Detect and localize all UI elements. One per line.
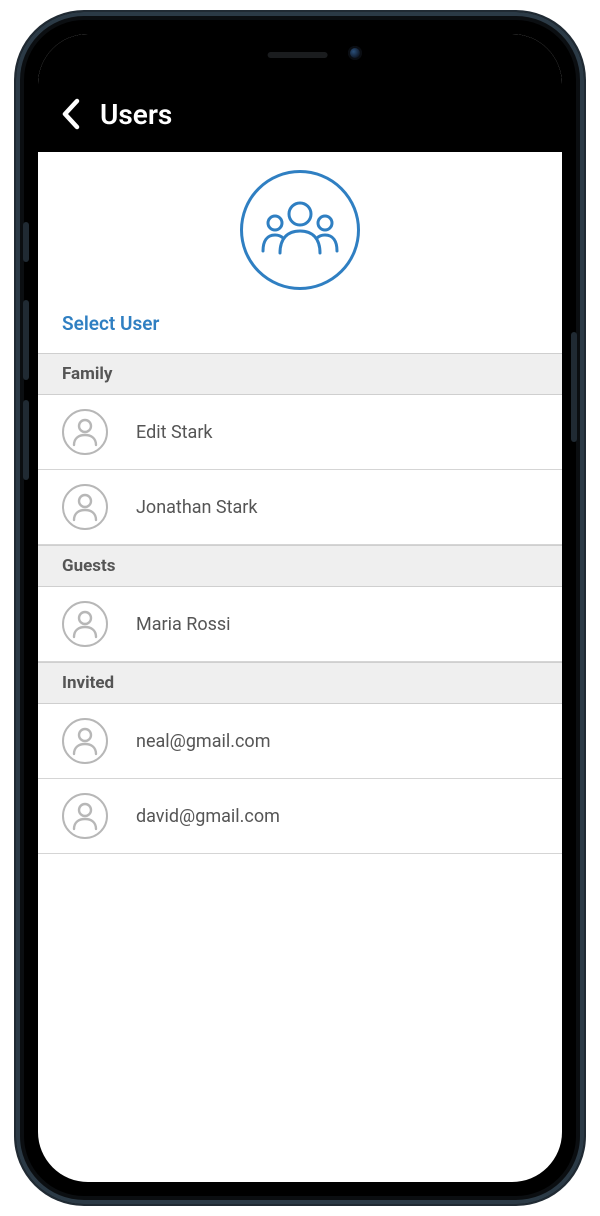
phone-side-button [23,400,29,480]
section-header-family: Family [38,353,562,395]
phone-side-button [23,222,29,262]
back-button[interactable] [60,97,82,131]
user-icon [62,718,108,764]
user-icon [62,409,108,455]
phone-side-button [23,300,29,380]
user-row[interactable]: Edit Stark [38,395,562,470]
user-name: Maria Rossi [136,614,231,635]
content: Select User Family Edit Stark Jonathan S… [38,152,562,854]
user-name: david@gmail.com [136,806,280,827]
users-group-icon [240,170,360,290]
chevron-left-icon [60,97,82,131]
user-name: Jonathan Stark [136,497,258,518]
user-row[interactable]: Maria Rossi [38,587,562,662]
user-icon [62,484,108,530]
user-row[interactable]: Jonathan Stark [38,470,562,545]
section-header-guests: Guests [38,545,562,587]
phone-notch [182,34,418,72]
page-title: Users [100,98,172,131]
user-row[interactable]: david@gmail.com [38,779,562,854]
user-icon [62,793,108,839]
user-name: neal@gmail.com [136,731,270,752]
user-row[interactable]: neal@gmail.com [38,704,562,779]
user-icon [62,601,108,647]
hero-icon-container [38,152,562,296]
phone-side-button [571,332,577,442]
select-user-heading: Select User [38,296,562,353]
screen: Users [38,34,562,1182]
section-header-invited: Invited [38,662,562,704]
phone-frame: Users [16,12,584,1204]
user-name: Edit Stark [136,422,213,443]
